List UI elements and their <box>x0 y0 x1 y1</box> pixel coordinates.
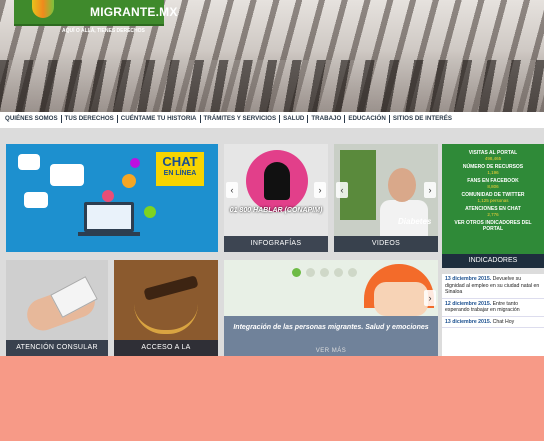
news-list: 13 diciembre 2015. Devuelve su dignidad … <box>442 274 544 356</box>
news-date: 13 diciembre 2015. <box>445 276 492 282</box>
web-page: MIGRANTE.MX AQUÍ O ALLÁ, TIENES DERECHOS… <box>0 0 544 356</box>
chat-tile[interactable]: CHAT EN LÍNEA <box>6 144 218 252</box>
news-text: Chat Hoy <box>492 318 515 325</box>
nav-divider <box>0 126 544 128</box>
acceso-a-la-justicia-tile[interactable]: ACCESO A LA <box>114 260 218 356</box>
carousel-prev-arrow[interactable]: ‹ <box>226 182 238 198</box>
slider-dot[interactable] <box>334 268 343 277</box>
user-avatar-icon <box>102 190 114 202</box>
carousel-next-arrow[interactable]: › <box>424 182 436 198</box>
user-avatar-icon <box>144 206 156 218</box>
chat-badge-subtitle: EN LÍNEA <box>163 170 197 177</box>
logo-tagline: AQUÍ O ALLÁ, TIENES DERECHOS <box>62 28 145 34</box>
nav-item-educacion[interactable]: EDUCACIÓN <box>345 115 390 123</box>
news-date: 12 diciembre 2015. <box>445 300 492 307</box>
site-logo[interactable]: MIGRANTE.MX <box>14 0 177 26</box>
scale-icon <box>134 304 198 334</box>
slider-dot[interactable] <box>306 268 315 277</box>
news-item[interactable]: 13 diciembre 2015. Devuelve su dignidad … <box>442 274 544 299</box>
slider-caption: Integración de las personas migrantes. S… <box>233 324 429 331</box>
indicator-value: 1,196 <box>487 170 499 175</box>
nav-item-salud[interactable]: SALUD <box>280 115 309 123</box>
carousel-prev-arrow[interactable]: ‹ <box>336 182 348 198</box>
indicator-value: 1,125 personas <box>477 198 509 203</box>
user-avatar-icon <box>130 158 140 168</box>
integracion-slider[interactable]: › Integración de las personas migrantes.… <box>224 260 438 356</box>
videos-tile[interactable]: Diabetes ‹ › VIDEOS <box>334 144 438 252</box>
videos-label: VIDEOS <box>334 236 438 252</box>
indicator-value: 498,465 <box>484 156 502 161</box>
laptop-base <box>78 232 140 236</box>
acceso-label: ACCESO A LA <box>114 340 218 356</box>
indicator-value: 2,776 <box>487 212 499 217</box>
slider-dot[interactable] <box>320 268 329 277</box>
slider-dot[interactable] <box>292 268 301 277</box>
chat-bubble-icon <box>50 164 84 186</box>
header-hero-image: MIGRANTE.MX AQUÍ O ALLÁ, TIENES DERECHOS <box>0 0 544 112</box>
indicators-list: VISITAS AL PORTAL 498,465 NÚMERO DE RECU… <box>444 150 542 232</box>
laptop-icon <box>84 202 134 232</box>
chat-en-linea-badge[interactable]: CHAT EN LÍNEA <box>156 152 204 186</box>
indicadores-label: INDICADORES <box>442 254 544 268</box>
indicadores-tile[interactable]: VISITAS AL PORTAL 498,465 NÚMERO DE RECU… <box>442 144 544 268</box>
slider-more-link[interactable]: VER MÁS <box>224 348 438 354</box>
infografias-caption: 01 800 HABLAR (CONAPIM) <box>229 207 323 214</box>
illustration-face <box>374 282 428 316</box>
atencion-consular-label: ATENCIÓN CONSULAR <box>6 340 108 356</box>
slider-next-arrow[interactable]: › <box>424 290 436 306</box>
slider-dot[interactable] <box>348 268 357 277</box>
logo-text: MIGRANTE.MX <box>90 5 178 19</box>
news-item[interactable]: 13 diciembre 2015. Chat Hoy <box>442 317 544 328</box>
gavel-icon <box>143 275 199 301</box>
nav-item-cuentame-tu-historia[interactable]: CUÉNTAME TU HISTORIA <box>118 115 201 123</box>
nav-item-trabajo[interactable]: TRABAJO <box>308 115 346 123</box>
nav-item-tus-derechos[interactable]: TUS DERECHOS <box>62 115 118 123</box>
atencion-consular-tile[interactable]: ATENCIÓN CONSULAR <box>6 260 108 356</box>
nav-item-sitios-de-interes[interactable]: SITIOS DE INTERÉS <box>390 115 455 123</box>
chat-bubble-icon <box>18 154 40 170</box>
video-person-face <box>388 168 416 202</box>
video-overlay-text: Diabetes <box>398 217 432 226</box>
chat-bubble-icon <box>24 192 48 208</box>
main-nav: QUIÉNES SOMOS TUS DERECHOS CUÉNTAME TU H… <box>0 112 544 126</box>
carousel-next-arrow[interactable]: › <box>314 182 326 198</box>
logo-leaf-icon <box>32 0 54 18</box>
nav-item-tramites-y-servicios[interactable]: TRÁMITES Y SERVICIOS <box>201 115 281 123</box>
chat-badge-title: CHAT <box>162 154 198 169</box>
indicator-value: 8,806 <box>487 184 499 189</box>
ver-otros-indicadores-link[interactable]: VER OTROS INDICADORES DEL PORTAL <box>444 220 542 232</box>
nav-item-quienes-somos[interactable]: QUIÉNES SOMOS <box>2 115 62 123</box>
hero-shadows <box>0 60 544 112</box>
news-item[interactable]: 12 diciembre 2015. Entre tanto esperando… <box>442 299 544 317</box>
user-avatar-icon <box>122 174 136 188</box>
person-icon <box>264 162 290 200</box>
news-date: 13 diciembre 2015. <box>445 318 492 325</box>
infografias-tile[interactable]: 01 800 HABLAR (CONAPIM) ‹ › INFOGRAFÍAS <box>224 144 328 252</box>
infografias-label: INFOGRAFÍAS <box>224 236 328 252</box>
